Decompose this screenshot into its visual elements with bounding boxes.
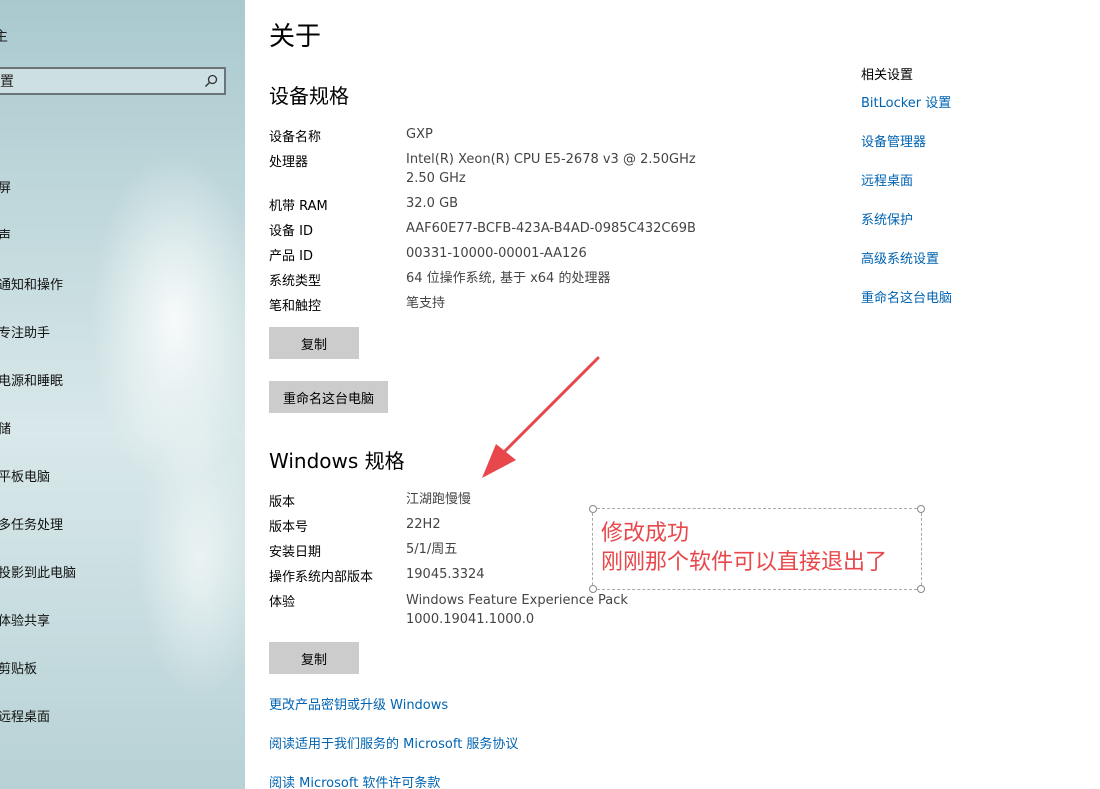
settings-window: 主 屏 声 通知和操作 专注助手 电源和睡眠 储 平板电脑 多任务处理 投影到此… (0, 0, 1100, 789)
rename-pc-button[interactable]: 重命名这台电脑 (269, 381, 389, 413)
related-settings-title: 相关设置 (861, 68, 914, 83)
advanced-system-settings-link[interactable]: 高级系统设置 (861, 248, 939, 267)
spec-label: 机带 RAM (269, 199, 328, 214)
sidebar-item-tablet[interactable]: 平板电脑 (0, 466, 50, 485)
annotation-handle (917, 585, 925, 593)
spec-label: 设备名称 (269, 130, 322, 145)
annotation-box: 修改成功 刚刚那个软件可以直接退出了 (589, 505, 925, 593)
main-content: 关于 设备规格 设备名称 GXP 处理器 Intel(R) Xeon(R) CP… (245, 0, 1100, 789)
spec-label: 体验 (269, 595, 296, 610)
spec-value-device-id: AAF60E77-BCFB-423A-B4AD-0985C432C69B (406, 221, 696, 236)
spec-label: 操作系统内部版本 (269, 570, 374, 585)
sidebar-item-projecting[interactable]: 投影到此电脑 (0, 562, 76, 581)
sidebar-item-multitasking[interactable]: 多任务处理 (0, 514, 63, 533)
annotation-handle (589, 505, 597, 513)
annotation-handle (917, 505, 925, 513)
spec-value-edition: 江湖跑慢慢 (406, 492, 472, 507)
system-protection-link[interactable]: 系统保护 (861, 209, 913, 228)
spec-value-product-id: 00331-10000-00001-AA126 (406, 246, 587, 261)
spec-label: 处理器 (269, 155, 309, 170)
annotation-line: 修改成功 (601, 521, 690, 546)
spec-value-experience: Windows Feature Experience Pack 1000.190… (406, 593, 628, 627)
page-title: 关于 (269, 22, 322, 52)
search-box[interactable] (0, 67, 226, 95)
annotation-handle (589, 585, 597, 593)
sidebar-item-clipboard[interactable]: 剪贴板 (0, 658, 37, 677)
spec-value-ram: 32.0 GB (406, 196, 459, 211)
windows-specs-title: Windows 规格 (269, 449, 405, 473)
change-product-key-link[interactable]: 更改产品密钥或升级 Windows (269, 694, 448, 713)
bitlocker-settings-link[interactable]: BitLocker 设置 (861, 92, 951, 111)
spec-label: 版本 (269, 495, 296, 510)
spec-value-processor: Intel(R) Xeon(R) CPU E5-2678 v3 @ 2.50GH… (406, 152, 696, 186)
sidebar-item-focus-assist[interactable]: 专注助手 (0, 322, 50, 341)
spec-label: 安装日期 (269, 545, 322, 560)
spec-label: 设备 ID (269, 224, 313, 239)
sidebar: 主 屏 声 通知和操作 专注助手 电源和睡眠 储 平板电脑 多任务处理 投影到此… (0, 0, 245, 789)
spec-label: 产品 ID (269, 249, 313, 264)
copy-windows-specs-button[interactable]: 复制 (269, 642, 359, 674)
license-terms-link[interactable]: 阅读 Microsoft 软件许可条款 (269, 772, 440, 789)
annotation-line: 刚刚那个软件可以直接退出了 (601, 550, 888, 575)
spec-value-system-type: 64 位操作系统, 基于 x64 的处理器 (406, 271, 611, 286)
sidebar-item-remote-desktop[interactable]: 远程桌面 (0, 706, 50, 725)
sidebar-item-power-sleep[interactable]: 电源和睡眠 (0, 370, 63, 389)
sidebar-item-display[interactable]: 屏 (0, 177, 11, 196)
remote-desktop-link[interactable]: 远程桌面 (861, 170, 913, 189)
spec-label: 版本号 (269, 520, 309, 535)
copy-device-specs-button[interactable]: 复制 (269, 327, 359, 359)
sidebar-item-sound[interactable]: 声 (0, 225, 11, 244)
rename-pc-link[interactable]: 重命名这台电脑 (861, 287, 952, 306)
sidebar-home-label[interactable]: 主 (0, 26, 8, 46)
service-agreement-link[interactable]: 阅读适用于我们服务的 Microsoft 服务协议 (269, 733, 518, 752)
search-input[interactable] (0, 69, 200, 93)
spec-value-pen-touch: 笔支持 (406, 296, 446, 311)
sidebar-item-shared-experiences[interactable]: 体验共享 (0, 610, 50, 629)
spec-label: 笔和触控 (269, 299, 322, 314)
device-specs-title: 设备规格 (269, 84, 349, 108)
sidebar-item-notifications[interactable]: 通知和操作 (0, 274, 63, 293)
annotation-text: 修改成功 刚刚那个软件可以直接退出了 (601, 519, 887, 577)
spec-value-device-name: GXP (406, 127, 433, 142)
spec-label: 系统类型 (269, 274, 322, 289)
sidebar-item-storage[interactable]: 储 (0, 418, 11, 437)
device-manager-link[interactable]: 设备管理器 (861, 131, 926, 150)
search-icon[interactable] (204, 74, 218, 88)
